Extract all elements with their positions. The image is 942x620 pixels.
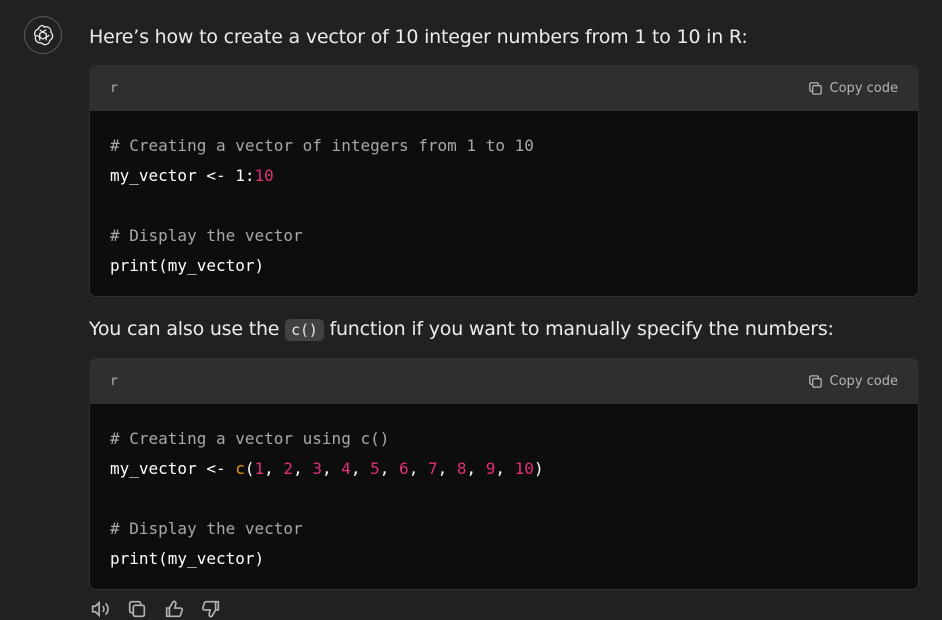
code-number: 1	[254, 459, 265, 478]
code-number: 10	[514, 459, 534, 478]
code-number: 4	[341, 459, 351, 478]
code-comment: # Display the vector	[110, 226, 303, 245]
code-number: 9	[485, 459, 496, 478]
code-separator: ,	[466, 459, 486, 478]
copy-code-label: Copy code	[829, 374, 898, 389]
code-text: my_vector <- 1:	[110, 166, 255, 185]
assistant-avatar	[24, 16, 62, 54]
code-comment: # Creating a vector using c()	[110, 429, 390, 448]
code-text: my_vector <-	[110, 459, 236, 478]
code-comment: # Creating a vector of integers from 1 t…	[110, 136, 534, 155]
code-number: 3	[312, 459, 322, 478]
code-block-header: r Copy code	[90, 359, 918, 404]
middle-paragraph: You can also use the c() function if you…	[89, 313, 919, 345]
code-separator: ,	[495, 459, 515, 478]
code-number: 2	[283, 459, 294, 478]
code-separator: ,	[321, 459, 342, 478]
code-paren: (	[244, 459, 255, 478]
middle-text-suffix: function if you want to manually specify…	[323, 318, 834, 340]
code-text: print(my_vector)	[110, 549, 265, 568]
copy-code-button[interactable]: Copy code	[807, 80, 898, 97]
code-language-label: r	[110, 81, 118, 96]
code-block-header: r Copy code	[90, 66, 918, 111]
code-number: 6	[399, 459, 409, 478]
code-separator: ,	[379, 459, 400, 478]
copy-icon	[808, 82, 822, 95]
intro-paragraph: Here’s how to create a vector of 10 inte…	[89, 26, 748, 48]
code-number-list: 1, 2, 3, 4, 5, 6, 7, 8, 9, 10	[255, 459, 534, 478]
code-paren: )	[533, 459, 544, 478]
assistant-message: Here’s how to create a vector of 10 inte…	[89, 20, 919, 590]
inline-code: c()	[285, 319, 324, 341]
middle-text-prefix: You can also use the	[89, 318, 286, 340]
copy-code-label: Copy code	[829, 81, 898, 96]
code-comment: # Display the vector	[110, 519, 303, 538]
code-number: 10	[254, 166, 274, 185]
code-separator: ,	[437, 459, 457, 478]
code-language-label: r	[110, 374, 118, 389]
code-number: 5	[370, 459, 380, 478]
copy-code-button[interactable]: Copy code	[807, 373, 898, 390]
openai-logo-icon	[34, 24, 54, 46]
code-number: 7	[427, 459, 438, 478]
code-content: # Creating a vector of integers from 1 t…	[90, 111, 918, 296]
code-function: c	[235, 459, 245, 478]
code-separator: ,	[408, 459, 428, 478]
code-separator: ,	[293, 459, 313, 478]
code-text: print(my_vector)	[110, 256, 265, 275]
code-content: # Creating a vector using c() my_vector …	[90, 404, 918, 589]
copy-icon	[808, 375, 822, 388]
code-separator: ,	[264, 459, 284, 478]
code-block-1: r Copy code # Creating a vector of integ…	[89, 65, 919, 297]
code-block-2: r Copy code # Creating a vector using c(…	[89, 358, 919, 590]
code-number: 8	[456, 459, 467, 478]
code-separator: ,	[350, 459, 371, 478]
